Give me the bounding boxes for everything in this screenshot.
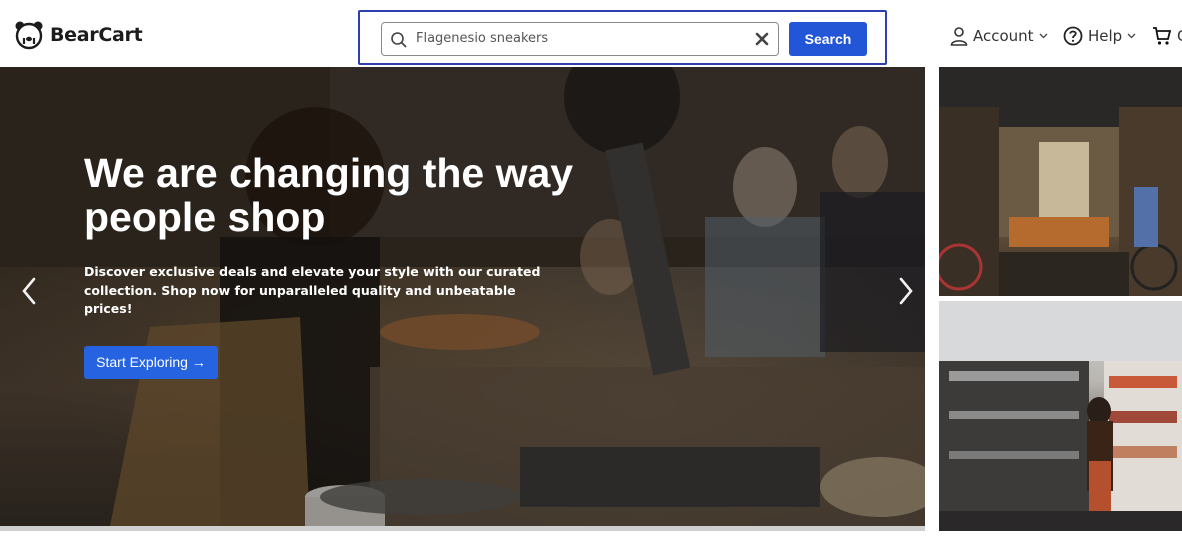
- help-label: Help: [1088, 27, 1123, 45]
- search-button[interactable]: Search: [789, 22, 867, 56]
- shop-shelves-image[interactable]: [939, 301, 1182, 531]
- hero-subtitle: Discover exclusive deals and elevate you…: [84, 264, 541, 316]
- chevron-left-icon[interactable]: [18, 277, 42, 305]
- help-menu[interactable]: Help: [1063, 24, 1136, 48]
- bear-logo-icon: [15, 21, 43, 50]
- hero-scroll-indicator: [0, 526, 925, 531]
- search-input[interactable]: Flagenesio sneakers: [381, 22, 779, 56]
- search-input-value: Flagenesio sneakers: [416, 31, 549, 46]
- cart-label-fragment: C: [1177, 27, 1182, 45]
- cart-icon: [1153, 27, 1172, 45]
- hero-banner: We are changing the way people shop Disc…: [0, 67, 925, 526]
- account-menu[interactable]: Account: [950, 24, 1048, 48]
- cart-button[interactable]: C: [1152, 24, 1182, 48]
- shop-shelves-illustration: [939, 301, 1182, 531]
- store-interior-image[interactable]: [939, 67, 1182, 296]
- hero-title: We are changing the way people shop: [84, 150, 574, 240]
- store-interior-illustration: [939, 67, 1182, 296]
- search-area: Flagenesio sneakers Search: [358, 10, 887, 65]
- user-icon: [950, 27, 968, 46]
- start-exploring-button[interactable]: Start Exploring →: [84, 346, 218, 379]
- site-header: BearCart Flagenesio sneakers Search Acco…: [0, 0, 1182, 67]
- brand-logo[interactable]: BearCart: [14, 20, 143, 50]
- account-label: Account: [973, 27, 1034, 45]
- chevron-down-icon: [1039, 33, 1048, 39]
- search-icon: [391, 32, 407, 48]
- close-icon[interactable]: [754, 31, 770, 47]
- chevron-down-icon: [1127, 33, 1136, 39]
- brand-name: BearCart: [50, 24, 143, 46]
- chevron-right-icon[interactable]: [893, 277, 917, 305]
- help-circle-icon: [1063, 26, 1083, 46]
